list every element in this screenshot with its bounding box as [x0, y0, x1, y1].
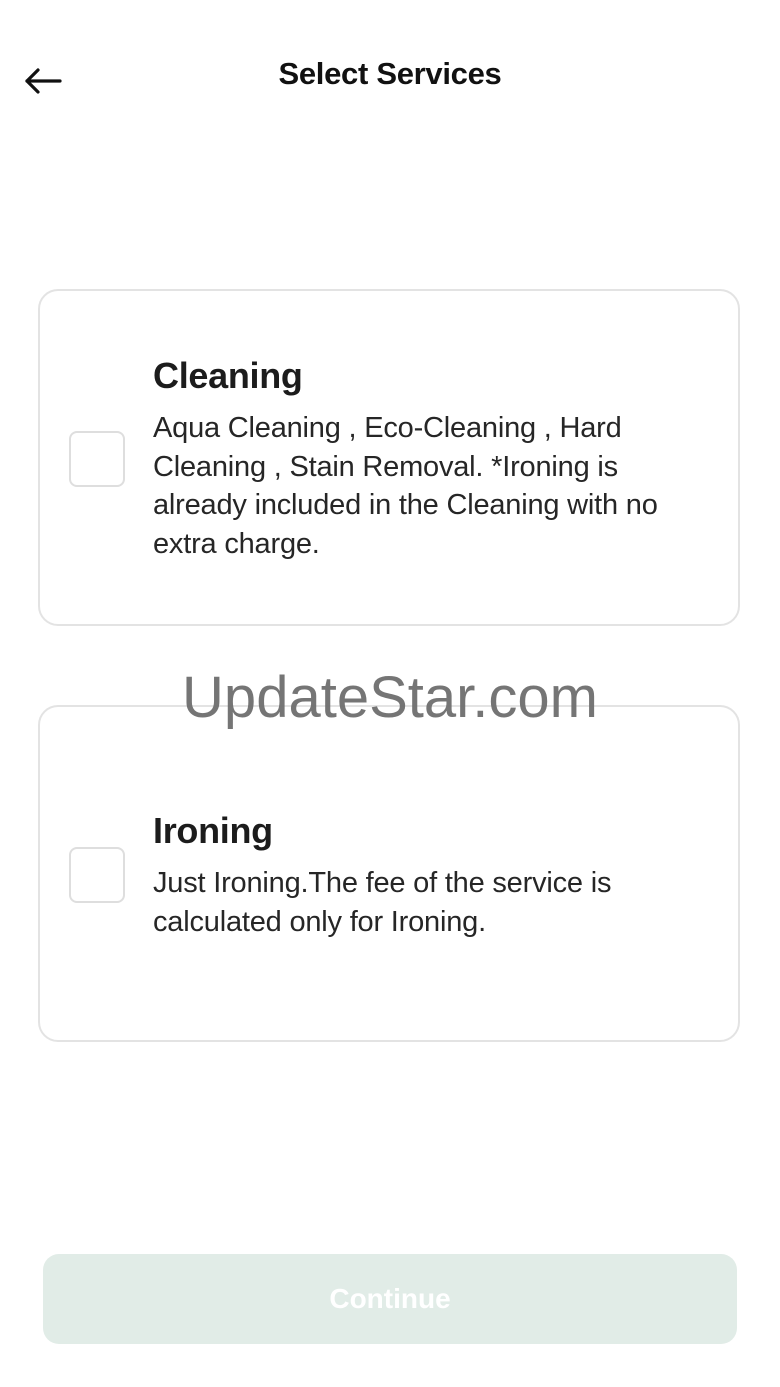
service-card-text: Ironing Just Ironing.The fee of the serv…: [153, 810, 713, 941]
ironing-checkbox[interactable]: [69, 847, 125, 903]
service-card-cleaning[interactable]: Cleaning Aqua Cleaning , Eco-Cleaning , …: [38, 289, 740, 626]
service-card-ironing[interactable]: Ironing Just Ironing.The fee of the serv…: [38, 705, 740, 1042]
page-title: Select Services: [278, 56, 502, 91]
continue-button[interactable]: Continue: [43, 1254, 737, 1344]
cleaning-checkbox[interactable]: [69, 431, 125, 487]
service-description: Just Ironing.The fee of the service is c…: [153, 867, 612, 938]
select-services-screen: Select Services Cleaning Aqua Cleaning ,…: [0, 0, 780, 1387]
service-title: Ironing: [153, 810, 273, 851]
service-description: Aqua Cleaning , Eco-Cleaning , Hard Clea…: [153, 412, 658, 560]
header: Select Services: [0, 0, 780, 160]
service-title: Cleaning: [153, 355, 303, 396]
service-card-text: Cleaning Aqua Cleaning , Eco-Cleaning , …: [153, 355, 713, 563]
